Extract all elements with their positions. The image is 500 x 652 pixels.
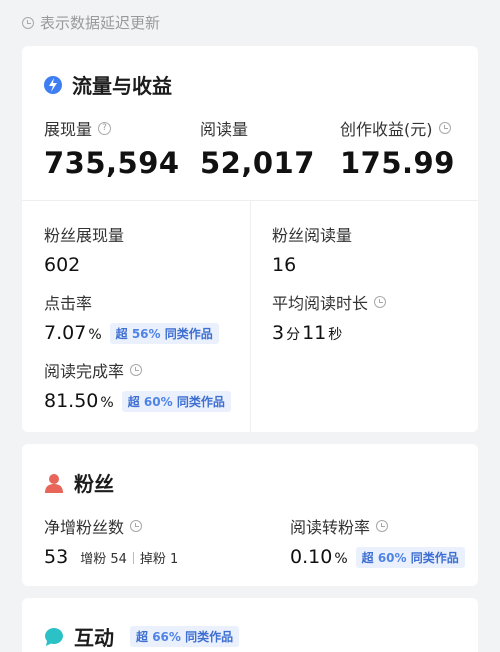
net-fans-stat[interactable]: 净增粉丝数 53 增粉 54 掉粉 1 [44,514,178,568]
ctr-label: 点击率 [44,294,93,313]
earnings-stat[interactable]: 创作收益(元) 175.99 [340,116,455,180]
delay-notice-text: 表示数据延迟更新 [40,14,161,32]
ctr-stat[interactable]: 点击率 7.07% 超 56% 同类作品 [44,290,219,344]
completion-unit: % [100,395,114,411]
completion-comparison-badge: 超 60% 同类作品 [121,390,231,412]
interaction-card-title: 互动 超 66% 同类作品 [44,622,240,651]
fan-impressions-label: 粉丝展现量 [44,226,125,245]
conversion-unit: % [334,551,348,567]
fan-reads-value: 16 [272,254,297,276]
ctr-value: 7.07 [44,322,87,344]
clock-icon [374,296,387,308]
fans-card-title: 粉丝 [44,468,114,497]
fan-impressions-value: 602 [44,254,81,276]
net-fans-label: 净增粉丝数 [44,518,125,537]
earnings-value: 175.99 [340,146,455,180]
fan-reads-label: 粉丝阅读量 [272,226,353,245]
bolt-icon [44,75,62,94]
conversion-stat[interactable]: 阅读转粉率 0.10% 超 60% 同类作品 [290,514,465,568]
traffic-earnings-card: 流量与收益 展现量 ? 735,594 阅读量 52,017 创作收益(元) 1… [22,46,478,432]
clock-icon [438,122,451,134]
reads-label: 阅读量 [200,120,249,139]
impressions-value: 735,594 [44,146,180,180]
completion-label: 阅读完成率 [44,362,125,381]
avg-read-time-label: 平均阅读时长 [272,294,369,313]
conversion-value: 0.10 [290,546,333,568]
reads-value: 52,017 [200,146,315,180]
avg-read-time-value: 3 分 11 秒 [272,322,343,344]
avg-read-time-stat[interactable]: 平均阅读时长 3 分 11 秒 [272,290,387,344]
fan-impressions-stat[interactable]: 粉丝展现量 602 [44,222,124,276]
interaction-title-text: 互动 [74,626,114,650]
help-icon[interactable]: ? [98,121,112,135]
clock-icon [376,520,389,532]
traffic-card-title: 流量与收益 [44,70,172,99]
user-icon [44,473,64,493]
conversion-comparison-badge: 超 60% 同类作品 [355,546,465,568]
fans-gain-loss: 增粉 54 掉粉 1 [80,552,179,567]
net-fans-value: 53 [44,546,69,568]
interaction-card: 互动 超 66% 同类作品 [22,598,478,652]
interaction-comparison-badge: 超 66% 同类作品 [130,626,240,647]
divider [250,200,251,432]
clock-icon [130,520,143,532]
delay-notice: 表示数据延迟更新 [22,12,160,33]
completion-value: 81.50 [44,390,99,412]
clock-icon [22,16,34,29]
earnings-label: 创作收益(元) [340,120,433,139]
ctr-comparison-badge: 超 56% 同类作品 [109,322,219,344]
reads-stat[interactable]: 阅读量 52,017 [200,116,315,180]
ctr-unit: % [88,327,102,343]
impressions-label: 展现量 [44,120,93,139]
fan-reads-stat[interactable]: 粉丝阅读量 16 [272,222,352,276]
chat-icon [44,627,64,647]
clock-icon [130,364,143,376]
completion-stat[interactable]: 阅读完成率 81.50% 超 60% 同类作品 [44,358,231,412]
impressions-stat[interactable]: 展现量 ? 735,594 [44,116,180,180]
fans-card: 粉丝 净增粉丝数 53 增粉 54 掉粉 1 阅读转粉率 0.10% 超 60% … [22,444,478,586]
fans-title-text: 粉丝 [74,472,114,496]
conversion-label: 阅读转粉率 [290,518,371,537]
traffic-title-text: 流量与收益 [72,74,172,98]
